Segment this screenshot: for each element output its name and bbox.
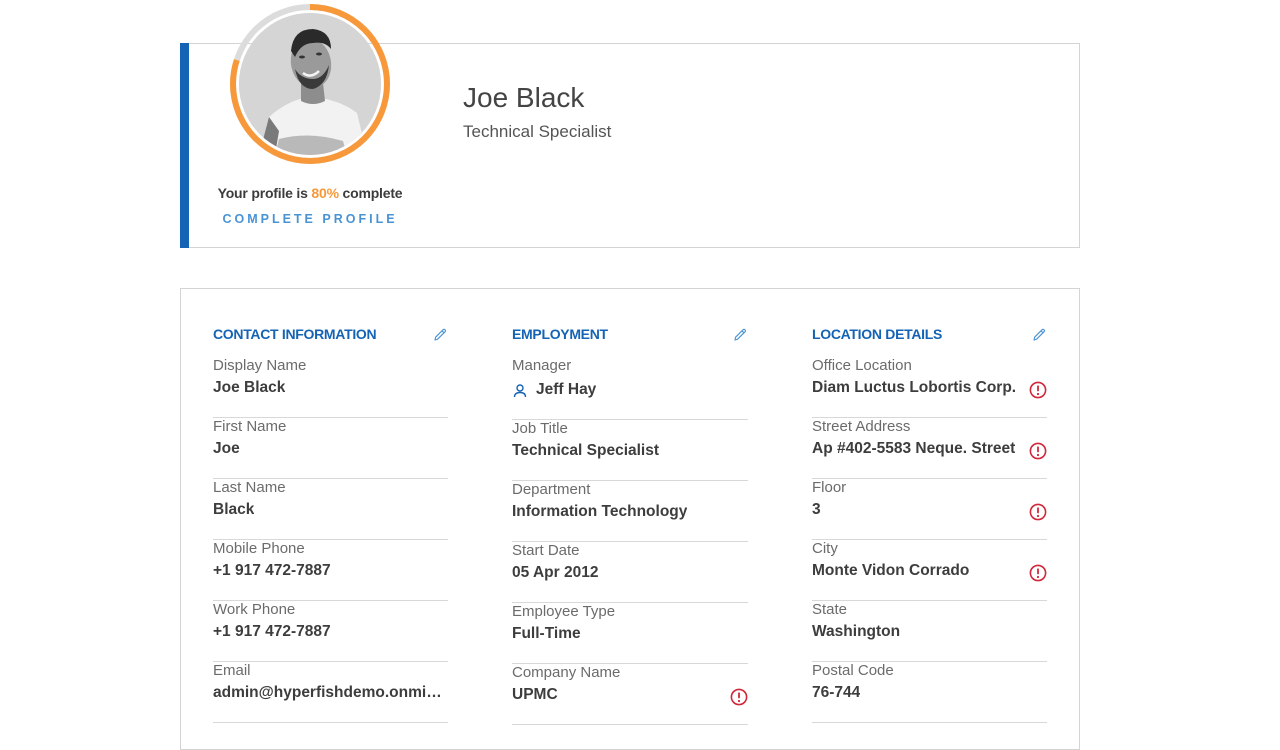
- field-value: Monte Vidon Corrado: [812, 562, 970, 579]
- section-title: EMPLOYMENT: [512, 326, 608, 342]
- field-value: 3: [812, 501, 821, 518]
- field-employee-type: Employee Type Full-Time: [512, 603, 748, 664]
- warning-icon[interactable]: [730, 688, 748, 706]
- field-label: Job Title: [512, 420, 568, 437]
- field-work-phone: Work Phone +1 917 472-7887: [213, 601, 448, 662]
- field-value: Washington: [812, 623, 901, 640]
- field-floor: Floor 3: [812, 479, 1047, 540]
- field-value: Joe Black: [213, 379, 286, 396]
- field-label: State: [812, 601, 848, 618]
- section-header: EMPLOYMENT: [512, 326, 748, 346]
- field-label: Company Name: [512, 664, 621, 681]
- field-first-name: First Name Joe: [213, 418, 448, 479]
- person-icon: [512, 383, 528, 399]
- field-job-title: Job Title Technical Specialist: [512, 420, 748, 481]
- field-value: Joe: [213, 440, 240, 457]
- avatar-progress: [229, 3, 391, 165]
- field-value: 76-744: [812, 684, 861, 701]
- field-label: Manager: [512, 357, 572, 374]
- field-label: Employee Type: [512, 603, 616, 620]
- section-header: CONTACT INFORMATION: [213, 326, 448, 346]
- field-label: Last Name: [213, 479, 286, 496]
- person-job-title: Technical Specialist: [463, 122, 612, 141]
- field-value: admin@hyperfishdemo.onmicr...: [213, 684, 448, 701]
- field-manager: Manager Jeff Hay: [512, 357, 748, 420]
- section-location-details: LOCATION DETAILS Office Location Diam Luct…: [812, 326, 1047, 723]
- field-display-name: Display Name Joe Black: [213, 357, 448, 418]
- person-name: Joe Black: [463, 82, 585, 113]
- profile-completion-status: Your profile is 80% complete: [180, 185, 440, 201]
- section-header: LOCATION DETAILS: [812, 326, 1047, 346]
- field-label: Postal Code: [812, 662, 894, 679]
- field-street-address: Street Address Ap #402-5583 Neque. Street: [812, 418, 1047, 479]
- field-label: Office Location: [812, 357, 912, 374]
- field-label: Start Date: [512, 542, 580, 559]
- field-mobile-phone: Mobile Phone +1 917 472-7887: [213, 540, 448, 601]
- warning-icon[interactable]: [1029, 442, 1047, 460]
- pencil-icon[interactable]: [432, 327, 448, 343]
- field-label: First Name: [213, 418, 287, 435]
- pencil-icon[interactable]: [1031, 327, 1047, 343]
- field-value: Full-Time: [512, 625, 581, 642]
- field-label: Department: [512, 481, 591, 498]
- field-value: Technical Specialist: [512, 442, 660, 459]
- field-value: 05 Apr 2012: [512, 564, 599, 581]
- field-city: City Monte Vidon Corrado: [812, 540, 1047, 601]
- profile-completion-percent: 80%: [311, 185, 339, 201]
- section-contact-information: CONTACT INFORMATION Display Name Joe Black…: [213, 326, 448, 723]
- profile-progress-ring: [230, 4, 390, 164]
- section-title: CONTACT INFORMATION: [213, 326, 377, 342]
- field-value: Information Technology: [512, 503, 688, 520]
- field-postal-code: Postal Code 76-744: [812, 662, 1047, 723]
- field-label: Email: [213, 662, 251, 679]
- field-value: UPMC: [512, 686, 558, 703]
- field-department: Department Information Technology: [512, 481, 748, 542]
- profile-status-prefix: Your profile is: [217, 185, 312, 201]
- profile-status-suffix: complete: [338, 185, 403, 201]
- field-value: Diam Luctus Lobortis Corp.: [812, 379, 1017, 396]
- field-last-name: Last Name Black: [213, 479, 448, 540]
- field-label: City: [812, 540, 838, 557]
- section-employment: EMPLOYMENT Manager Jeff Hay Job Title Techni…: [512, 326, 748, 725]
- field-value: Black: [213, 501, 255, 518]
- field-email: Email admin@hyperfishdemo.onmicr...: [213, 662, 448, 723]
- warning-icon[interactable]: [1029, 503, 1047, 521]
- field-company-name: Company Name UPMC: [512, 664, 748, 725]
- field-value[interactable]: Jeff Hay: [536, 381, 596, 399]
- pencil-icon[interactable]: [732, 327, 748, 343]
- warning-icon[interactable]: [1029, 564, 1047, 582]
- field-label: Display Name: [213, 357, 307, 374]
- field-label: Work Phone: [213, 601, 296, 618]
- field-label: Floor: [812, 479, 847, 496]
- field-value: Ap #402-5583 Neque. Street: [812, 440, 1016, 457]
- field-label: Mobile Phone: [213, 540, 305, 557]
- field-label: Street Address: [812, 418, 911, 435]
- field-value: +1 917 472-7887: [213, 623, 331, 640]
- complete-profile-link[interactable]: COMPLETE PROFILE: [180, 212, 440, 226]
- section-title: LOCATION DETAILS: [812, 326, 943, 342]
- field-start-date: Start Date 05 Apr 2012: [512, 542, 748, 603]
- field-value: +1 917 472-7887: [213, 562, 331, 579]
- warning-icon[interactable]: [1029, 381, 1047, 399]
- field-office-location: Office Location Diam Luctus Lobortis Corp…: [812, 357, 1047, 418]
- field-state: State Washington: [812, 601, 1047, 662]
